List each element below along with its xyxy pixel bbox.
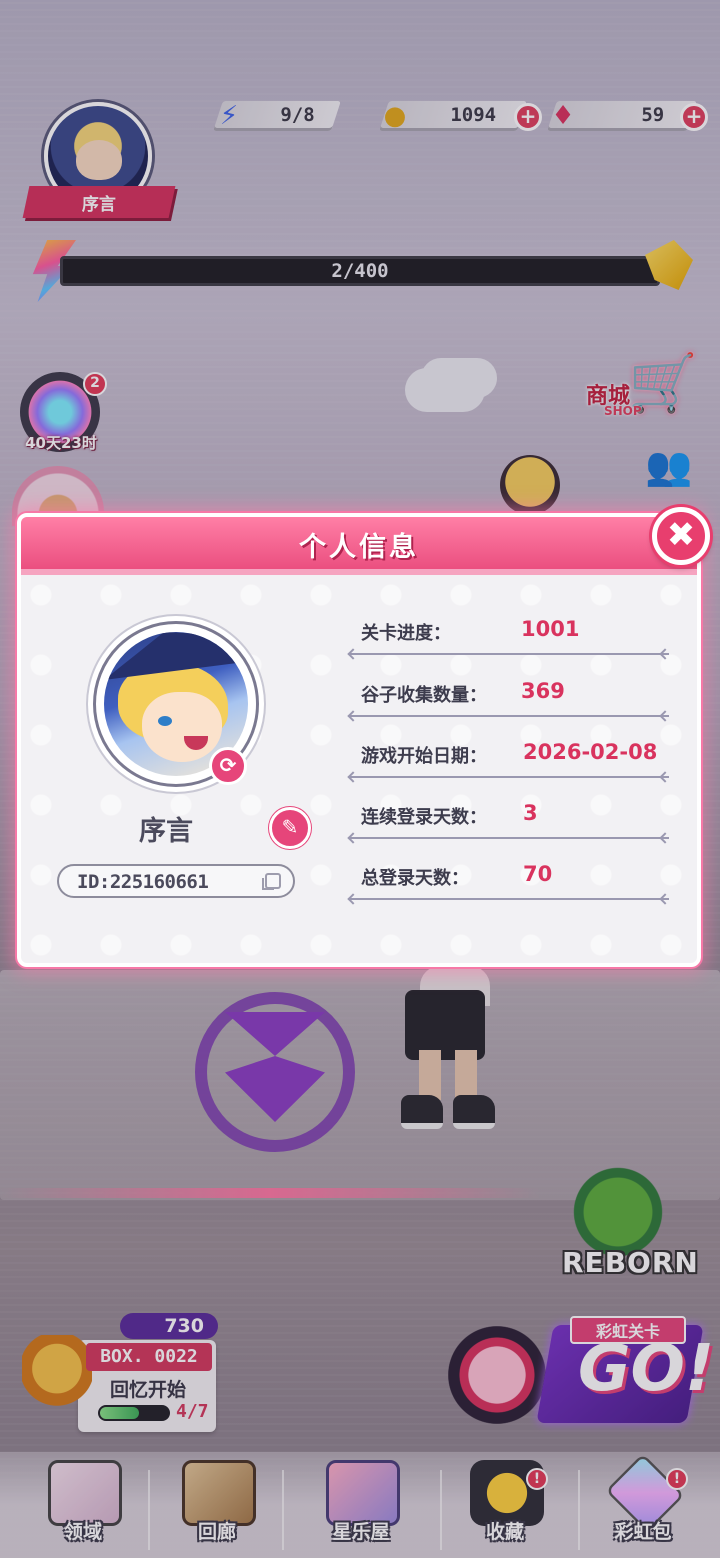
stat-value: 3 xyxy=(523,801,538,825)
stat-row-total-logins: 总登录天数： 70 xyxy=(349,860,669,900)
stat-label: 关卡进度： xyxy=(361,623,451,644)
close-button[interactable]: ✖ xyxy=(652,507,710,565)
stat-label: 谷子收集数量： xyxy=(361,685,487,706)
stat-label: 连续登录天数： xyxy=(361,807,487,828)
player-id: ID:225160661 xyxy=(77,871,209,893)
close-icon: ✖ xyxy=(666,515,696,555)
refresh-icon: ⟳ xyxy=(219,753,237,777)
edit-name-button[interactable]: ✎ xyxy=(269,807,311,849)
stat-row-login-streak: 连续登录天数： 3 xyxy=(349,799,669,839)
stat-value: 2026-02-08 xyxy=(523,740,658,764)
stat-label: 总登录天数： xyxy=(361,868,469,889)
pencil-icon: ✎ xyxy=(281,815,299,839)
stat-row-level-progress: 关卡进度： 1001 xyxy=(349,615,669,655)
modal-header: 个人信息 xyxy=(21,517,697,575)
player-id-box: ID:225160661 xyxy=(57,864,295,898)
stat-value: 1001 xyxy=(521,617,580,641)
stat-value: 369 xyxy=(521,679,565,703)
stat-label: 游戏开始日期： xyxy=(361,746,487,767)
change-avatar-button[interactable]: ⟳ xyxy=(209,747,247,785)
profile-modal: 个人信息 ⟳ 序言 ✎ ID:225160661 关卡进度： 1001 谷子收集… xyxy=(17,513,701,967)
modal-title: 个人信息 xyxy=(299,532,419,563)
stat-value: 70 xyxy=(523,862,553,886)
stat-row-start-date: 游戏开始日期： 2026-02-08 xyxy=(349,738,669,778)
copy-icon[interactable] xyxy=(262,873,281,890)
profile-player-name: 序言 xyxy=(139,816,193,847)
stat-row-collection-count: 谷子收集数量： 369 xyxy=(349,677,669,717)
